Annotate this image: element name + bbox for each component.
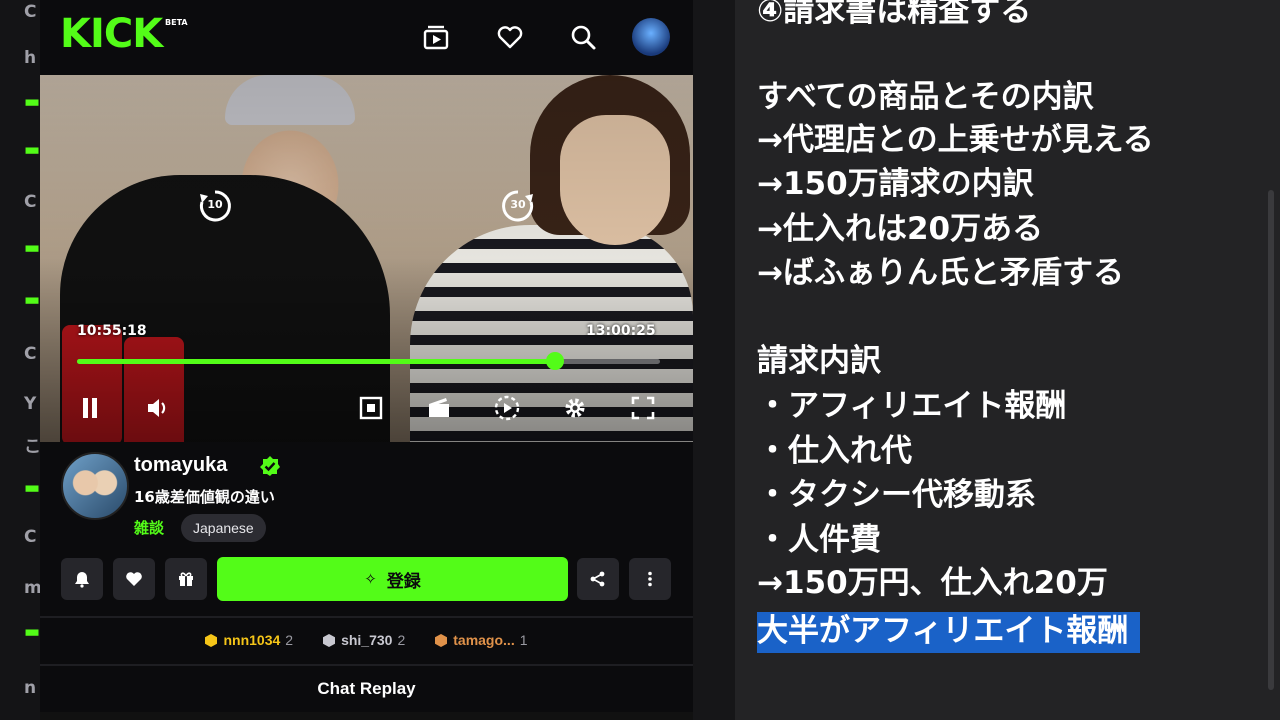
chat-replay-header: Chat Replay (317, 679, 416, 698)
kick-logo[interactable]: KICK BETA (60, 11, 188, 57)
background-chat-char: C (24, 527, 37, 547)
background-chat-char: C (24, 192, 37, 212)
forward-label: 30 (510, 198, 526, 211)
channel-avatar[interactable] (61, 452, 129, 520)
gifter-item[interactable]: tamago... 1 (435, 628, 528, 652)
gifter-badge-icon (205, 633, 218, 647)
clip-icon[interactable] (424, 393, 454, 423)
top-gifters-bar: nnn1034 2 shi_730 2 tamago... 1 (40, 628, 693, 652)
subscribe-label: 登録 (386, 571, 421, 592)
gifter-name: tamago... (453, 632, 515, 648)
more-options-button[interactable] (629, 558, 671, 600)
logo-text: KICK (60, 11, 163, 57)
note-line: →150万円、仕入れ20万 (757, 565, 1108, 601)
seek-bar[interactable] (77, 352, 660, 370)
beta-badge: BETA (165, 18, 188, 27)
note-line: →ばふぁりん氏と矛盾する (757, 255, 1124, 291)
language-tag[interactable]: Japanese (181, 514, 266, 542)
verified-badge-icon (259, 455, 281, 477)
stream-title: 16歳差価値観の違い (134, 488, 275, 506)
seek-bar-fill (77, 359, 556, 364)
chat-area (40, 712, 693, 720)
background-chat-char: ▬ (24, 290, 40, 310)
note-line: →150万請求の内訳 (757, 166, 1034, 202)
background-chat-char: ▬ (24, 622, 40, 642)
kick-app-panel: KICK BETA 10 30 10:55:18 13:00:25 tomayu… (40, 0, 693, 720)
follow-heart-button[interactable] (113, 558, 155, 600)
notification-bell-button[interactable] (61, 558, 103, 600)
note-line: 請求内訳 (757, 343, 881, 379)
seek-handle[interactable] (546, 352, 565, 370)
category-link[interactable]: 雑談 (134, 517, 164, 538)
background-chat-char: h (24, 48, 37, 68)
browse-icon[interactable] (419, 20, 453, 54)
search-icon[interactable] (566, 20, 600, 54)
video-overlay (40, 75, 693, 442)
top-navigation-bar: KICK BETA (40, 0, 693, 75)
background-chat-strip: Ch ▬ ▬ C ▬ ▬ C Y こ ▬ Cm ▬ n (0, 0, 40, 720)
note-line: ・タクシー代移動系 (757, 477, 1036, 513)
note-line: すべての商品とその内訳 (757, 79, 1094, 115)
divider (40, 664, 693, 666)
background-chat-char: ▬ (24, 478, 40, 498)
note-line: ・アフィリエイト報酬 (757, 388, 1067, 424)
pause-button[interactable] (75, 393, 105, 423)
fullscreen-icon[interactable] (628, 393, 658, 423)
background-chat-char: こ (24, 437, 40, 457)
rewind-label: 10 (207, 198, 223, 211)
duration: 13:00:25 (586, 323, 656, 339)
forward-30-button[interactable]: 30 (500, 188, 536, 224)
volume-icon[interactable] (143, 393, 173, 423)
gift-sub-button[interactable] (165, 558, 207, 600)
sparkle-icon: ✧ (364, 570, 377, 588)
background-chat-char: ▬ (24, 92, 40, 112)
gifter-count: 1 (519, 632, 528, 648)
gifter-count: 2 (397, 632, 406, 648)
note-line: →仕入れは20万ある (757, 211, 1044, 247)
user-avatar[interactable] (632, 18, 670, 56)
note-line: ④請求書は精査する (757, 0, 1032, 29)
gifter-item[interactable]: shi_730 2 (323, 628, 405, 652)
gifter-name: nnn1034 (223, 632, 281, 648)
background-chat-char: n (24, 678, 37, 698)
note-line: 大半がアフィリエイト報酬 (757, 612, 1141, 653)
panel-separator (693, 0, 735, 720)
miniplayer-icon[interactable] (356, 393, 386, 423)
current-time: 10:55:18 (77, 323, 147, 339)
gifter-count: 2 (285, 632, 294, 648)
background-chat-char: m (24, 578, 40, 598)
gifter-badge-icon (323, 633, 336, 647)
heart-icon[interactable] (493, 20, 527, 54)
notes-panel: ④請求書は精査するすべての商品とその内訳 →代理店との上乗せが見える →150万請求… (735, 0, 1280, 720)
video-player[interactable]: 10 30 10:55:18 13:00:25 (40, 75, 693, 442)
background-chat-char: C (24, 344, 37, 364)
note-line: ・人件費 (757, 522, 881, 558)
subscribe-button[interactable]: ✧ 登録 (217, 557, 568, 601)
gifter-item[interactable]: nnn1034 2 (205, 628, 293, 652)
settings-gear-icon[interactable] (560, 393, 590, 423)
gifter-name: shi_730 (341, 632, 393, 648)
background-chat-char: ▬ (24, 140, 40, 160)
share-button[interactable] (577, 558, 619, 600)
gifter-badge-icon (435, 633, 448, 647)
background-chat-char: C (24, 2, 37, 22)
note-line: →代理店との上乗せが見える (757, 122, 1154, 158)
notes-scrollbar[interactable] (1268, 190, 1274, 690)
background-chat-char: ▬ (24, 238, 40, 258)
note-line: ・仕入れ代 (757, 433, 912, 469)
divider (40, 616, 693, 618)
rewind-10-button[interactable]: 10 (197, 188, 233, 224)
channel-name[interactable]: tomayuka (134, 454, 227, 477)
playback-speed-icon[interactable] (492, 393, 522, 423)
background-chat-char: Y (24, 394, 37, 414)
